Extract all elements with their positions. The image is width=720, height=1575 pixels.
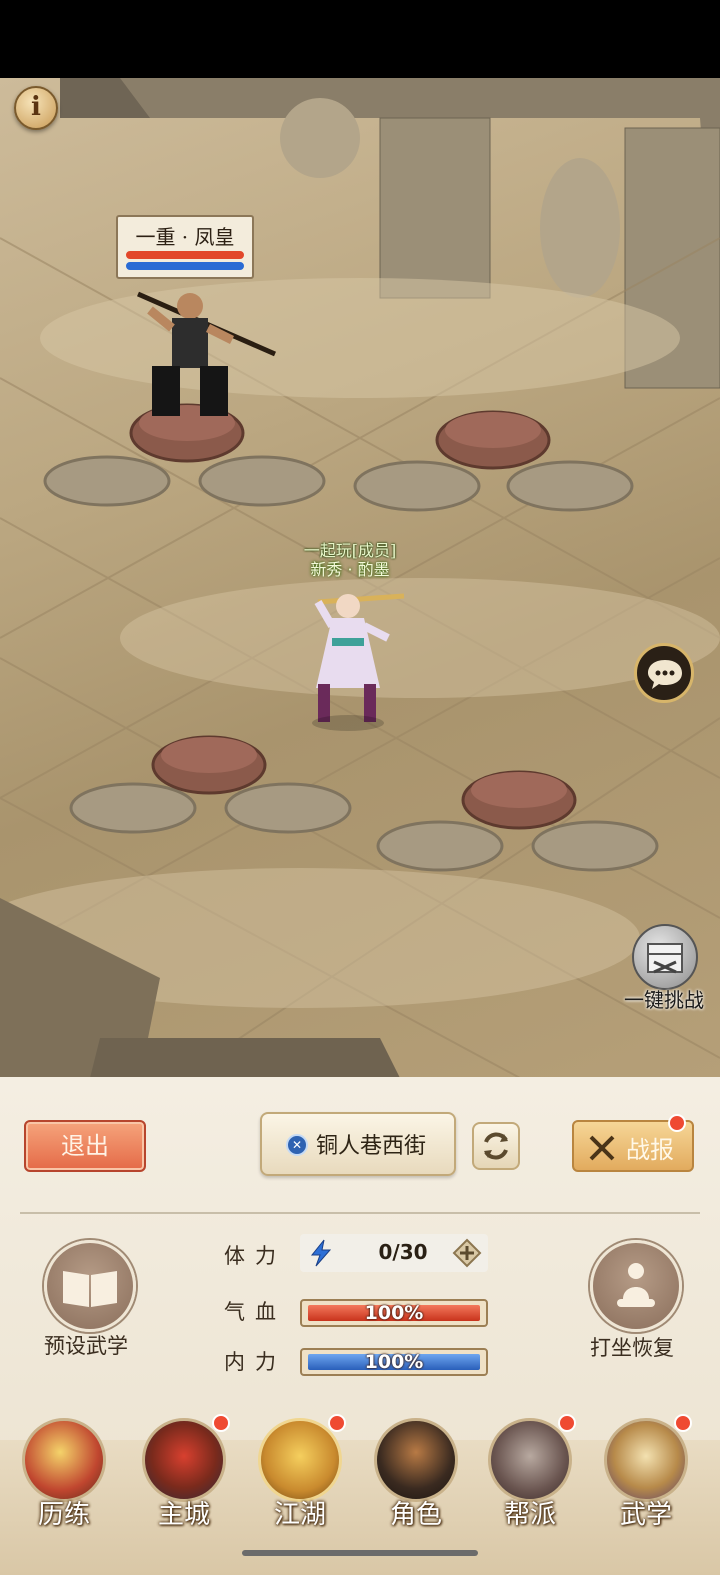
battle-report-label: 战报: [626, 1136, 674, 1164]
chat-button[interactable]: [634, 643, 694, 703]
auto-challenge-label: 一键挑战: [624, 988, 704, 1012]
nav-item-main-city[interactable]: 主城: [128, 1414, 240, 1548]
nav-item-training[interactable]: 历练: [8, 1418, 120, 1548]
refresh-button[interactable]: [472, 1122, 520, 1170]
location-icon: ✕: [286, 1134, 308, 1156]
nav-label-character: 角色: [389, 1500, 442, 1530]
hp-bar: 100%: [300, 1299, 488, 1327]
jianghu-badge: [328, 1414, 346, 1432]
martial-arts-badge: [674, 1414, 692, 1432]
report-notification-badge: [668, 1114, 686, 1132]
info-button[interactable]: i: [14, 86, 58, 130]
meditation-icon: [617, 1263, 655, 1307]
scroll-icon: [604, 1418, 688, 1502]
preset-martial-arts-button[interactable]: [44, 1240, 136, 1332]
add-stamina-icon[interactable]: [452, 1238, 482, 1268]
stamina-label: 体力: [224, 1244, 286, 1268]
lightning-icon: [310, 1239, 332, 1267]
training-icon: [22, 1418, 106, 1502]
stamina-value: 0/30: [378, 1240, 428, 1264]
main-city-badge: [212, 1414, 230, 1432]
nav-item-character[interactable]: 角色: [360, 1418, 472, 1548]
hp-value: 100%: [364, 1302, 424, 1324]
preset-martial-arts-label: 预设武学: [44, 1334, 128, 1358]
crossed-swords-icon: [589, 1135, 615, 1161]
mp-label: 内力: [224, 1350, 286, 1374]
stamina-box: 0/30: [300, 1234, 488, 1272]
nav-label-jianghu: 江湖: [273, 1500, 326, 1530]
nav-item-jianghu[interactable]: 江湖: [244, 1414, 356, 1548]
guild-badge: [558, 1414, 576, 1432]
book-icon: [63, 1271, 117, 1307]
location-label: 铜人巷西街: [316, 1134, 427, 1159]
auto-challenge-button[interactable]: 一键挑战: [624, 924, 704, 1012]
guild-icon: [488, 1418, 572, 1502]
nav-label-martial-arts: 武学: [619, 1500, 672, 1530]
enemy-mp-bar: [126, 262, 244, 270]
player-name: 新秀 · 酌墨: [310, 560, 390, 579]
sword-icon: [258, 1418, 342, 1502]
enemy-nameplate: 一重 · 凤皇: [116, 215, 254, 279]
enemy-name: 一重 · 凤皇: [135, 225, 235, 249]
meditate-recover-label: 打坐恢复: [590, 1336, 674, 1360]
meditate-recover-button[interactable]: [590, 1240, 682, 1332]
location-button[interactable]: ✕ 铜人巷西街: [260, 1112, 456, 1176]
exit-button[interactable]: 退出: [24, 1120, 146, 1172]
chat-bubble-icon: [648, 660, 682, 689]
nav-label-guild: 帮派: [503, 1500, 556, 1530]
character-icon: [374, 1418, 458, 1502]
nav-label-training: 历练: [37, 1500, 90, 1530]
city-gate-icon: [142, 1418, 226, 1502]
enemy-hp-bar: [126, 251, 244, 259]
divider: [20, 1212, 700, 1214]
refresh-icon: [484, 1132, 508, 1160]
chest-icon: [632, 924, 698, 990]
status-bar: [0, 0, 720, 78]
home-indicator: [242, 1550, 478, 1556]
nav-item-martial-arts[interactable]: 武学: [590, 1414, 702, 1548]
mp-value: 100%: [364, 1351, 424, 1373]
nav-item-guild[interactable]: 帮派: [474, 1414, 586, 1548]
mp-bar: 100%: [300, 1348, 488, 1376]
hp-label: 气血: [224, 1300, 286, 1324]
nav-label-main-city: 主城: [157, 1500, 210, 1530]
